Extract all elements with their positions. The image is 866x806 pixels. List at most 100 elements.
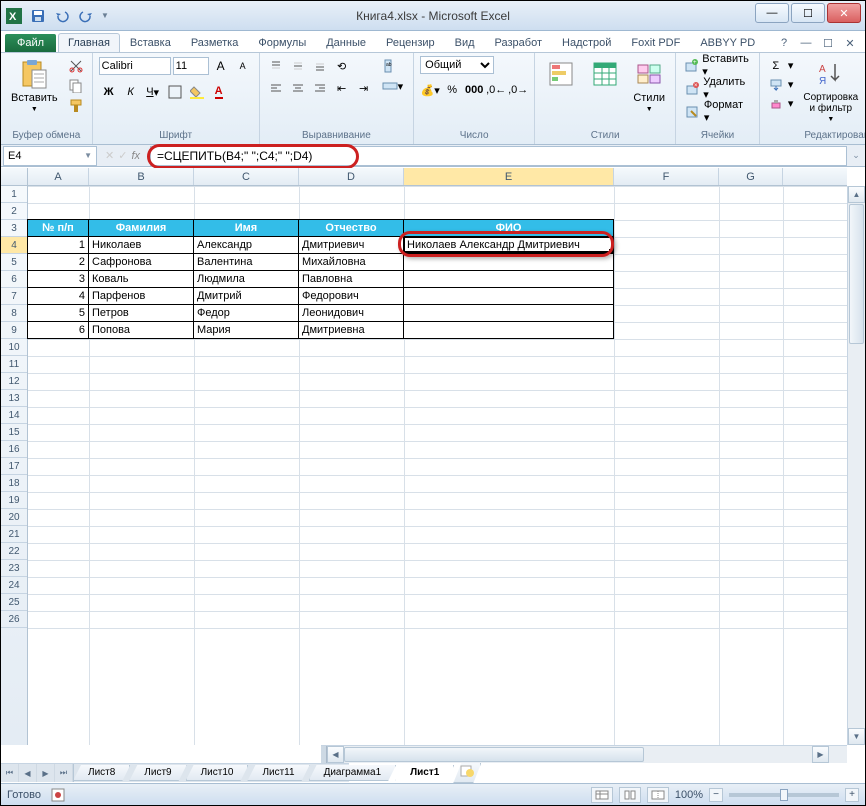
table-cell[interactable]: 3 [27, 270, 89, 288]
grow-font-button[interactable]: A [211, 56, 231, 76]
align-bottom-button[interactable] [310, 56, 330, 76]
table-cell[interactable]: 1 [27, 236, 89, 254]
table-cell[interactable]: Николаев Александр Дмитриевич [403, 236, 614, 254]
table-cell[interactable] [403, 270, 614, 288]
sheet-tab[interactable]: Диаграмма1 [309, 765, 397, 781]
increase-decimal-button[interactable]: ,0← [486, 80, 506, 100]
table-cell[interactable]: Петров [88, 304, 194, 322]
tab-formulas[interactable]: Формулы [248, 33, 316, 52]
table-cell[interactable]: Леонидович [298, 304, 404, 322]
format-cells-button[interactable]: Формат ▾ [682, 102, 753, 121]
orientation-button[interactable]: ⟲ [332, 56, 352, 76]
table-cell[interactable] [403, 287, 614, 305]
table-cell[interactable]: Николаев [88, 236, 194, 254]
row-header[interactable]: 9 [1, 322, 27, 339]
row-header[interactable]: 5 [1, 254, 27, 271]
save-icon[interactable] [29, 7, 47, 25]
table-cell[interactable]: Коваль [88, 270, 194, 288]
tab-developer[interactable]: Разработ [485, 33, 552, 52]
table-header-cell[interactable]: ФИО [403, 219, 614, 237]
table-header-cell[interactable]: № п/п [27, 219, 89, 237]
table-cell[interactable] [403, 321, 614, 339]
column-header[interactable]: G [719, 168, 783, 185]
table-cell[interactable]: Федор [193, 304, 299, 322]
indent-increase-button[interactable]: ⇥ [354, 78, 374, 98]
delete-cells-button[interactable]: ×Удалить ▾ [682, 79, 753, 98]
align-right-button[interactable] [310, 78, 330, 98]
wb-minimize-icon[interactable]: — [797, 35, 815, 51]
sheet-tab[interactable]: Лист11 [247, 765, 309, 781]
zoom-thumb[interactable] [780, 789, 788, 801]
close-button[interactable]: ✕ [827, 3, 861, 23]
sheet-tab[interactable]: Лист9 [129, 765, 186, 781]
sheet-tab[interactable]: Лист10 [186, 765, 249, 781]
enter-formula-icon[interactable]: ✓ [118, 149, 127, 162]
table-cell[interactable]: Дмитриевна [298, 321, 404, 339]
autosum-button[interactable]: Σ▾ [766, 56, 796, 75]
column-header[interactable]: A [28, 168, 89, 185]
row-header[interactable]: 2 [1, 203, 27, 220]
row-header[interactable]: 12 [1, 373, 27, 390]
table-cell[interactable]: Людмила [193, 270, 299, 288]
cells-area[interactable]: № п/пФамилияИмяОтчествоФИО 1НиколаевАлекс… [28, 186, 847, 745]
new-sheet-button[interactable] [453, 763, 481, 783]
align-top-button[interactable] [266, 56, 286, 76]
row-header[interactable]: 1 [1, 186, 27, 203]
table-header-cell[interactable]: Фамилия [88, 219, 194, 237]
row-header[interactable]: 7 [1, 288, 27, 305]
row-header[interactable]: 16 [1, 441, 27, 458]
row-header[interactable]: 22 [1, 543, 27, 560]
view-normal-button[interactable] [591, 787, 613, 803]
italic-button[interactable]: К [121, 82, 141, 102]
table-cell[interactable]: 2 [27, 253, 89, 271]
row-header[interactable]: 13 [1, 390, 27, 407]
vertical-scrollbar[interactable]: ▲ ▼ [847, 186, 865, 745]
minimize-button[interactable]: — [755, 3, 789, 23]
table-cell[interactable] [403, 304, 614, 322]
row-header[interactable]: 17 [1, 458, 27, 475]
column-header[interactable]: F [614, 168, 719, 185]
sheet-nav-next[interactable]: ▶ [37, 764, 55, 782]
sheet-nav-first[interactable]: ⏮ [1, 764, 19, 782]
align-center-button[interactable] [288, 78, 308, 98]
column-header[interactable]: C [194, 168, 299, 185]
cancel-formula-icon[interactable]: ✕ [105, 149, 114, 162]
currency-button[interactable]: 💰▾ [420, 80, 440, 100]
row-header[interactable]: 19 [1, 492, 27, 509]
row-header[interactable]: 14 [1, 407, 27, 424]
table-cell[interactable]: Александр [193, 236, 299, 254]
tab-data[interactable]: Данные [316, 33, 376, 52]
align-left-button[interactable] [266, 78, 286, 98]
tab-view[interactable]: Вид [445, 33, 485, 52]
copy-button[interactable] [66, 76, 86, 96]
table-cell[interactable]: Михайловна [298, 253, 404, 271]
wb-restore-icon[interactable]: ☐ [819, 35, 837, 51]
tab-addins[interactable]: Надстрой [552, 33, 621, 52]
row-header[interactable]: 23 [1, 560, 27, 577]
table-cell[interactable]: Попова [88, 321, 194, 339]
sheet-tab[interactable]: Лист8 [73, 765, 130, 781]
table-header-cell[interactable]: Имя [193, 219, 299, 237]
row-header[interactable]: 24 [1, 577, 27, 594]
fill-color-button[interactable] [187, 82, 207, 102]
sheet-nav-prev[interactable]: ◀ [19, 764, 37, 782]
tab-layout[interactable]: Разметка [181, 33, 249, 52]
row-header[interactable]: 10 [1, 339, 27, 356]
indent-decrease-button[interactable]: ⇤ [332, 78, 352, 98]
row-header[interactable]: 4 [1, 237, 27, 254]
fill-button[interactable]: ▾ [766, 75, 796, 94]
cut-button[interactable] [66, 56, 86, 76]
underline-button[interactable]: Ч▾ [143, 82, 163, 102]
table-header-cell[interactable]: Отчество [298, 219, 404, 237]
row-header[interactable]: 20 [1, 509, 27, 526]
table-cell[interactable]: Валентина [193, 253, 299, 271]
border-button[interactable] [165, 82, 185, 102]
undo-icon[interactable] [53, 7, 71, 25]
fx-button[interactable]: fx [131, 150, 140, 162]
help-icon[interactable]: ? [775, 35, 793, 51]
font-color-button[interactable]: А [209, 82, 229, 102]
table-cell[interactable] [403, 253, 614, 271]
row-header[interactable]: 8 [1, 305, 27, 322]
bold-button[interactable]: Ж [99, 82, 119, 102]
row-header[interactable]: 18 [1, 475, 27, 492]
